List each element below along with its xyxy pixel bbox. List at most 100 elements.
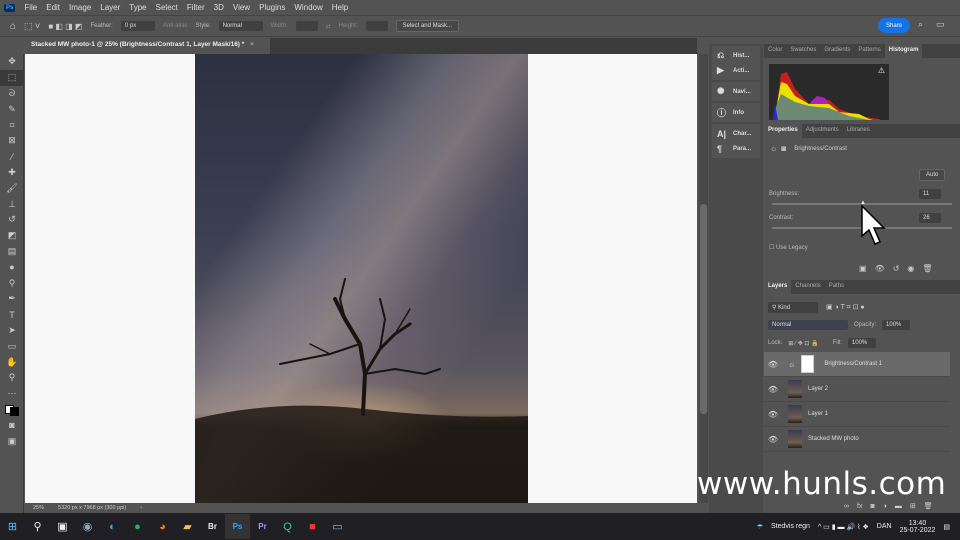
select-and-mask-button[interactable]: Select and Mask... <box>395 20 459 32</box>
history-brush-tool-icon[interactable]: ↺ <box>0 212 24 228</box>
contrast-input[interactable]: 26 <box>919 213 941 223</box>
layer-row[interactable]: 👁 Layer 1 <box>764 402 950 427</box>
eye-icon[interactable]: 👁 <box>764 360 782 369</box>
windows-start-icon[interactable]: ⊞ <box>0 514 25 539</box>
brightness-input[interactable]: 11 <box>919 189 941 199</box>
navigator-panel-button[interactable]: ✺ Navi... <box>712 84 760 99</box>
shape-tool-icon[interactable]: ▭ <box>0 338 24 354</box>
fill-input[interactable]: 100% <box>847 338 876 348</box>
edge-icon[interactable]: ◐ <box>100 514 125 539</box>
menu-plugins[interactable]: Plugins <box>259 3 285 12</box>
delete-layer-icon[interactable]: 🗑 <box>924 502 933 510</box>
taskbar-search-icon[interactable]: ⚲ <box>25 514 50 539</box>
gradient-tool-icon[interactable]: ▤ <box>0 244 24 260</box>
link-icon[interactable]: ∞ <box>844 503 849 510</box>
height-input[interactable] <box>365 21 388 31</box>
hand-tool-icon[interactable]: ✋ <box>0 354 24 370</box>
document-tab[interactable]: Stacked MW photo-1 @ 25% (Brightness/Con… <box>25 38 270 54</box>
app-red-icon[interactable]: ■ <box>300 514 325 539</box>
feather-input[interactable]: 0 px <box>120 21 155 31</box>
quick-mask-icon[interactable]: ◙ <box>0 417 24 433</box>
lock-icons[interactable]: ⊞ ⁄ ✥ ⊡ 🔒 <box>788 340 818 347</box>
filter-icons[interactable]: ▣ ◑ T ⌗ ⊡ ● <box>826 303 865 312</box>
layer-row[interactable]: 👁 Stacked MW photo <box>764 427 950 452</box>
tab-channels[interactable]: Channels <box>791 280 824 294</box>
workspace-icon[interactable]: ▭ <box>936 19 945 30</box>
eye-icon[interactable]: 👁 <box>764 410 782 419</box>
file-explorer-icon[interactable]: ▰ <box>175 514 200 539</box>
opacity-input[interactable]: 100% <box>882 320 911 330</box>
menu-filter[interactable]: Filter <box>187 3 205 12</box>
vertical-scrollbar[interactable] <box>699 54 708 503</box>
eye-icon[interactable]: 👁 <box>764 385 782 394</box>
menu-help[interactable]: Help <box>332 3 348 12</box>
app-monitor-icon[interactable]: ▭ <box>325 514 350 539</box>
menu-select[interactable]: Select <box>156 3 178 12</box>
kind-filter-select[interactable]: ⚲ Kind <box>768 302 818 313</box>
tab-properties[interactable]: Properties <box>764 124 802 138</box>
style-select[interactable]: Normal <box>218 21 263 31</box>
notifications-icon[interactable]: ▤ <box>943 523 950 531</box>
firefox-icon[interactable]: ◕ <box>150 514 175 539</box>
lasso-tool-icon[interactable]: ᘐ <box>0 86 24 102</box>
actions-panel-button[interactable]: ▶ Acti... <box>712 63 760 78</box>
eye-icon[interactable]: 👁 <box>764 435 782 444</box>
anti-alias-checkbox[interactable]: Anti-alias <box>163 23 188 29</box>
clock[interactable]: 13:40 25-07-2022 <box>900 520 936 534</box>
bridge-icon[interactable]: Br <box>200 514 225 539</box>
frame-tool-icon[interactable]: ⊠ <box>0 133 24 149</box>
spotify-icon[interactable]: ● <box>125 514 150 539</box>
move-tool-icon[interactable]: ✥ <box>0 54 24 70</box>
selection-mode-icons[interactable]: ■ ◧ ◨ ◩ <box>48 22 82 31</box>
marquee-tool-icon[interactable]: ⬚ <box>0 69 24 86</box>
tray-icons[interactable]: ^ ▭ ▮ ▬ 🔊 ⌇ ❖ <box>818 523 869 531</box>
zoom-tool-icon[interactable]: ⚲ <box>0 370 24 386</box>
eraser-tool-icon[interactable]: ◩ <box>0 228 24 244</box>
fx-icon[interactable]: fx <box>857 503 862 510</box>
home-icon[interactable]: ⌂ <box>10 21 16 32</box>
group-icon[interactable]: ▬ <box>895 503 902 510</box>
menu-layer[interactable]: Layer <box>100 3 120 12</box>
menu-file[interactable]: File <box>24 3 37 12</box>
tab-color[interactable]: Color <box>764 44 786 58</box>
new-layer-icon[interactable]: ⊞ <box>910 502 916 510</box>
paragraph-panel-button[interactable]: ¶ Para... <box>712 141 760 156</box>
tab-patterns[interactable]: Patterns <box>854 44 884 58</box>
menu-edit[interactable]: Edit <box>46 3 60 12</box>
delete-adjustment-icon[interactable]: 🗑 <box>922 264 932 273</box>
task-view-icon[interactable]: ▣ <box>50 514 75 539</box>
share-button[interactable]: Share <box>878 18 910 33</box>
add-mask-icon[interactable]: ◙ <box>870 503 874 510</box>
use-legacy-checkbox[interactable]: ☐ Use Legacy <box>769 244 808 251</box>
premiere-icon[interactable]: Pr <box>250 514 275 539</box>
path-select-tool-icon[interactable]: ➤ <box>0 323 24 339</box>
close-tab-icon[interactable]: × <box>250 41 254 48</box>
mask-icon[interactable]: ◙ <box>781 144 786 153</box>
tab-libraries[interactable]: Libraries <box>843 124 874 138</box>
status-menu-arrow[interactable]: › <box>140 505 142 511</box>
tab-swatches[interactable]: Swatches <box>786 44 820 58</box>
screen-mode-icon[interactable]: ▣ <box>0 433 24 449</box>
menu-image[interactable]: Image <box>69 3 91 12</box>
pen-tool-icon[interactable]: ✒ <box>0 291 24 307</box>
dodge-tool-icon[interactable]: ⚲ <box>0 275 24 291</box>
menu-window[interactable]: Window <box>294 3 322 12</box>
search-icon[interactable]: ⌕ <box>918 19 923 30</box>
swap-icon[interactable]: ⇄ <box>326 23 331 30</box>
visibility-icon[interactable]: ◉ <box>907 264 914 273</box>
history-panel-button[interactable]: ⎌ Hist... <box>712 48 760 63</box>
stamp-tool-icon[interactable]: ⊥ <box>0 196 24 212</box>
language-indicator[interactable]: DAN <box>877 523 892 530</box>
character-panel-button[interactable]: A| Char... <box>712 126 760 141</box>
view-previous-icon[interactable]: 👁 <box>875 264 885 273</box>
menu-3d[interactable]: 3D <box>214 3 224 12</box>
menu-view[interactable]: View <box>233 3 250 12</box>
crop-tool-icon[interactable]: ⌗ <box>0 117 24 133</box>
photoshop-taskbar-icon[interactable]: Ps <box>225 514 250 539</box>
marquee-tool-preset[interactable]: ⬚ ˅ <box>24 21 40 32</box>
tab-paths[interactable]: Paths <box>825 280 848 294</box>
histogram-warning-icon[interactable]: ⚠ <box>878 66 885 75</box>
scrollbar-thumb[interactable] <box>700 204 707 414</box>
weather-icon[interactable]: ☂ <box>757 523 763 531</box>
type-tool-icon[interactable]: T <box>0 307 24 323</box>
